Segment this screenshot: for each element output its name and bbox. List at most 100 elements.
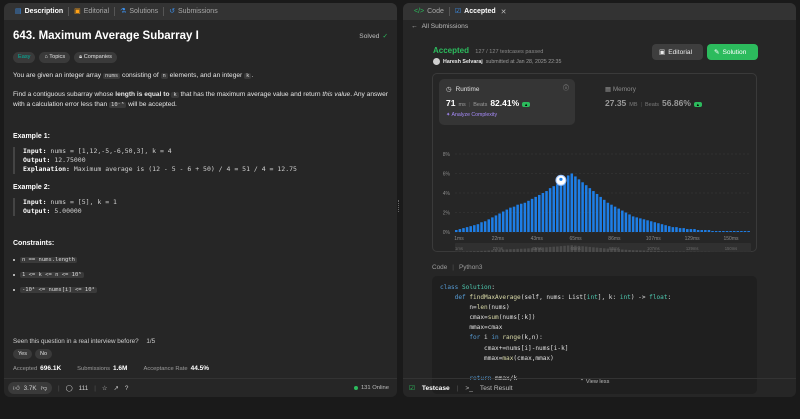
chart-bar (491, 217, 494, 232)
info-icon[interactable]: ⓘ (563, 83, 569, 92)
stat-value: 44.5% (190, 365, 210, 372)
code-token: in (491, 334, 503, 342)
chart-bar (610, 204, 613, 232)
y-tick-label: 4% (443, 191, 451, 197)
online-dot-icon (353, 386, 358, 390)
problem-title[interactable]: 643. Maximum Average Subarray I (13, 30, 199, 42)
inline-code: 10⁻⁵ (109, 102, 127, 108)
topics-chip[interactable]: ⌂ Topics (39, 52, 71, 63)
accepted-stat: Accepted 696.1K (13, 365, 61, 372)
chart-bar (729, 231, 732, 232)
tab-accepted[interactable]: ☑ Accepted ✕ (450, 3, 512, 20)
tab-solutions[interactable]: ⚗ Solutions (115, 3, 163, 20)
y-tick-label: 6% (443, 172, 451, 178)
constraint-item: -10⁴ <= nums[i] <= 10⁴ (13, 286, 388, 293)
star-icon[interactable]: ☆ (102, 385, 108, 392)
text: You are given an integer array (13, 72, 103, 79)
chart-bar (563, 178, 566, 232)
history-icon: ↺ (169, 8, 176, 15)
avatar[interactable] (433, 58, 440, 65)
chart-bar (487, 219, 491, 232)
tab-submissions[interactable]: ↺ Submissions (164, 3, 223, 20)
code-token: (k,n): (520, 334, 543, 342)
example-input: Input: nums = [1,12,-5,-6,50,3], k = 4 (23, 147, 388, 156)
thumbs-down-icon[interactable]: 👎︎ (41, 384, 47, 392)
analyze-complexity-link[interactable]: ✦ Analyze Complexity (446, 112, 568, 118)
memory-value-row: 27.35 MB | Beats 56.86% ▲ (605, 98, 702, 108)
text: Find a contiguous subarray whose (13, 90, 116, 98)
bullet-dot (13, 273, 15, 276)
chart-bar (509, 207, 512, 232)
button-label: Editorial (668, 48, 693, 56)
editorial-button[interactable]: ▣ Editorial (652, 44, 703, 60)
code-token: (self, nums: List[ (520, 294, 587, 302)
test-result-tab[interactable]: Test Result (480, 385, 513, 392)
overview-bar (556, 246, 559, 252)
tab-code[interactable]: </> Code (409, 3, 449, 20)
help-icon[interactable]: ? (125, 385, 129, 392)
constraint-item: 1 <= k <= n <= 10⁵ (13, 271, 388, 278)
pane-resize-handle[interactable] (398, 200, 401, 212)
chart-bar (556, 184, 559, 232)
chart-bar (711, 231, 714, 232)
memory-panel[interactable]: ▦ Memory 27.35 MB | Beats 56.86% ▲ (605, 85, 702, 108)
runtime-distribution-chart[interactable]: 8%6%4%2%0%1ms 22ms 43ms 65ms 86ms 107ms 129ms 1… (433, 126, 758, 252)
overview-tick-label: 107ms (647, 246, 660, 251)
close-icon[interactable]: ✕ (501, 8, 507, 16)
chart-bar (747, 231, 750, 232)
comment-icon[interactable]: ◯ (66, 385, 73, 392)
tab-label: Accepted (464, 8, 496, 15)
code-token: float (649, 294, 668, 302)
runtime-panel[interactable]: ◷ Runtime ⓘ 71 ms | Beats 82.41% ▲ ✦ Ana… (439, 79, 575, 125)
chart-bar (714, 231, 718, 232)
chart-bar (566, 175, 570, 232)
chart-bar (519, 203, 523, 232)
code-token: : (667, 294, 672, 302)
pencil-icon: ✎ (714, 49, 720, 56)
companies-chip[interactable]: 🔒︎ Companies (74, 52, 117, 63)
chart-bar (736, 231, 740, 232)
code-viewer[interactable]: class Solution: def findMaxAverage(self,… (432, 276, 757, 394)
username[interactable]: Haresh Selvaraj (443, 59, 483, 65)
thumbs-up-icon[interactable]: 👍︎ (13, 384, 20, 392)
value: nums = [1,12,-5,-6,50,3], k = 4 (50, 146, 172, 155)
chart-bar (686, 229, 689, 232)
overview-bar (476, 251, 480, 252)
yes-button[interactable]: Yes (13, 349, 32, 359)
check-circle-icon: ✓ (382, 33, 388, 40)
user-avatar-icon (559, 177, 563, 181)
chart-bar (595, 193, 599, 232)
text: consisting of (120, 72, 161, 79)
testcases-passed: 127 / 127 testcases passed (475, 49, 544, 55)
comment-count[interactable]: 111 (79, 385, 89, 392)
overview-bar (639, 250, 642, 252)
solution-button[interactable]: ✎ Solution (707, 44, 758, 60)
left-tabbar: ▤ Description ▣ Editorial ⚗ Solutions ↺ … (4, 3, 397, 20)
no-button[interactable]: No (34, 349, 53, 359)
overview-bar (505, 249, 509, 252)
chart-bar (530, 198, 534, 232)
overview-bar (516, 248, 519, 252)
code-token: ) -> (630, 294, 650, 302)
back-to-submissions[interactable]: ← All Submissions (411, 23, 468, 30)
code-token: ], k: (597, 294, 620, 302)
text: elements, and an integer (167, 72, 245, 79)
stat-value: 1.6M (113, 365, 128, 372)
app-root: ▤ Description ▣ Editorial ⚗ Solutions ↺ … (0, 0, 800, 419)
left-footer: 👍︎ 3.7K 👎︎ | ◯ 111 | ☆ ↗ ? 131 Online (4, 378, 397, 397)
testcase-tab[interactable]: Testcase (422, 385, 450, 392)
chart-bar (599, 196, 602, 232)
code-line: cmax=sum(nums[:k]) (440, 313, 749, 323)
chart-bar (743, 231, 747, 232)
overview-bar (664, 251, 667, 252)
code-token: int (586, 294, 598, 302)
tab-editorial[interactable]: ▣ Editorial (69, 3, 114, 20)
tab-description[interactable]: ▤ Description (10, 3, 68, 20)
chart-bar (501, 211, 505, 232)
submissions-stat: Submissions 1.6M (77, 365, 127, 372)
overview-bar (509, 249, 512, 252)
chart-bar (592, 191, 595, 232)
memory-unit: MB (629, 102, 638, 108)
share-icon[interactable]: ↗ (114, 385, 119, 392)
acceptance-rate-stat: Acceptance Rate 44.5% (143, 365, 209, 372)
